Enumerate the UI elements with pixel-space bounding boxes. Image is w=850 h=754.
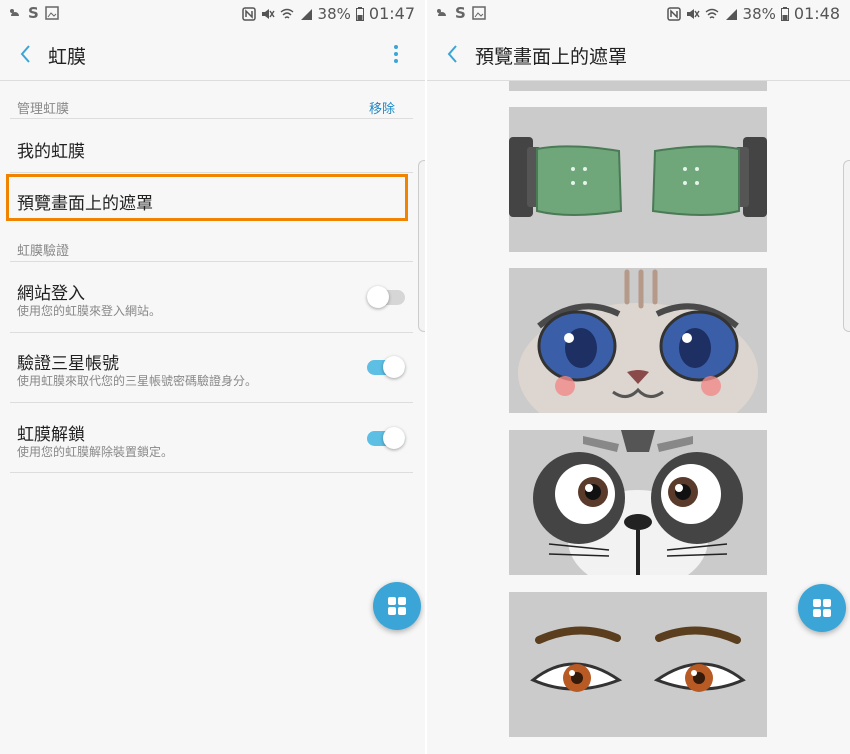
- gallery-icon: [45, 6, 59, 20]
- iris-settings-screen: S 38% 01:47 虹膜 管理虹膜 移除 我的虹膜 預覽畫面上的遮罩 虹膜驗…: [0, 0, 425, 754]
- page-title: 預覽畫面上的遮罩: [475, 46, 628, 68]
- owl-cat-mask-art: [518, 269, 758, 413]
- more-options-icon[interactable]: [393, 44, 399, 64]
- page-title: 虹膜: [48, 46, 87, 68]
- human-eyes-mask-art: [530, 626, 746, 692]
- wifi-icon: [705, 8, 718, 19]
- mute-icon: [686, 8, 700, 19]
- status-bar: S 38% 01:48: [427, 0, 850, 28]
- iris-unlock-toggle[interactable]: [367, 427, 405, 449]
- divider: [10, 332, 413, 333]
- signal-icon: [300, 8, 312, 20]
- divider: [10, 261, 413, 262]
- website-login-toggle[interactable]: [367, 286, 405, 308]
- back-arrow-icon[interactable]: [441, 41, 465, 67]
- samsung-account-subtitle: 使用虹膜來取代您的三星帳號密碼驗證身分。: [17, 374, 258, 388]
- fan-notification-icon: [10, 9, 19, 16]
- human-eyes-mask[interactable]: [509, 592, 767, 737]
- battery-icon: [355, 6, 364, 21]
- divider: [10, 472, 413, 473]
- mask-preview-screen: S 38% 01:48 預覽畫面上的遮罩: [427, 0, 850, 754]
- battery-icon: [780, 6, 789, 21]
- mask-preview-partial[interactable]: [509, 81, 767, 91]
- signal-icon: [725, 8, 737, 20]
- clock: 01:48: [793, 4, 840, 23]
- edge-panel-handle[interactable]: [418, 160, 425, 332]
- website-login-title[interactable]: 網站登入: [17, 279, 85, 304]
- back-arrow-icon[interactable]: [14, 41, 38, 67]
- goggles-mask-art: [509, 137, 767, 217]
- samsung-s-icon: S: [455, 4, 466, 22]
- apps-fab-button[interactable]: [798, 584, 846, 632]
- apps-fab-button[interactable]: [373, 582, 421, 630]
- clock: 01:47: [368, 4, 415, 23]
- nfc-icon: [241, 6, 256, 21]
- raccoon-mask[interactable]: [509, 430, 767, 575]
- mute-icon: [261, 8, 275, 19]
- grid-icon: [813, 599, 831, 617]
- raccoon-mask-art: [533, 430, 743, 575]
- divider: [10, 118, 413, 119]
- battery-percent: 38%: [742, 4, 776, 23]
- edge-panel-handle[interactable]: [843, 160, 850, 332]
- status-bar: S 38% 01:47: [0, 0, 425, 28]
- grid-icon: [388, 597, 406, 615]
- samsung-account-title[interactable]: 驗證三星帳號: [17, 349, 119, 374]
- battery-percent: 38%: [317, 4, 351, 23]
- gallery-icon: [472, 6, 486, 20]
- my-iris-item[interactable]: 我的虹膜: [17, 137, 85, 162]
- iris-verify-section-label: 虹膜驗證: [17, 244, 70, 259]
- manage-iris-section-label: 管理虹膜: [17, 102, 70, 117]
- divider: [10, 172, 413, 173]
- app-bar: 虹膜: [0, 28, 425, 81]
- samsung-s-icon: S: [28, 4, 39, 22]
- app-bar: 預覽畫面上的遮罩: [427, 28, 850, 81]
- owl-cat-mask[interactable]: [509, 268, 767, 413]
- goggles-mask[interactable]: [509, 107, 767, 252]
- samsung-account-toggle[interactable]: [367, 356, 405, 378]
- wifi-icon: [280, 8, 293, 19]
- highlight-frame: [6, 174, 408, 221]
- website-login-subtitle: 使用您的虹膜來登入網站。: [17, 304, 162, 318]
- iris-unlock-title[interactable]: 虹膜解鎖: [17, 420, 85, 445]
- iris-unlock-subtitle: 使用您的虹膜解除裝置鎖定。: [17, 445, 174, 459]
- fan-notification-icon: [437, 9, 446, 16]
- nfc-icon: [666, 6, 681, 21]
- remove-button[interactable]: 移除: [369, 98, 395, 117]
- divider: [10, 402, 413, 403]
